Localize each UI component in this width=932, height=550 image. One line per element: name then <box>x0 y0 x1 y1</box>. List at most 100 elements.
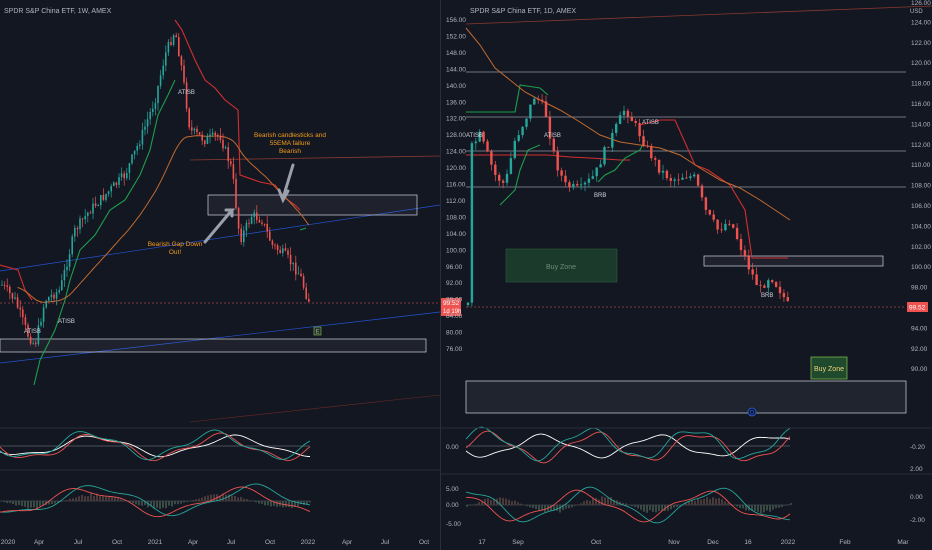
candle-body <box>634 121 637 124</box>
candle-body <box>40 321 42 326</box>
candle-body <box>587 178 591 183</box>
right-osc2-left-label: -5.00 <box>446 521 461 528</box>
left-scale-label: 88.00 <box>446 297 463 304</box>
time-label: 16 <box>744 539 752 546</box>
histogram-bar <box>120 499 122 501</box>
histogram-bar <box>775 505 777 509</box>
right-marker-label: ATISB <box>544 133 561 139</box>
histogram-bar <box>9 501 11 504</box>
histogram-bar <box>72 498 74 501</box>
histogram-bar <box>105 496 107 501</box>
right-support-box[interactable] <box>465 380 907 414</box>
candle-body <box>622 110 626 116</box>
histogram-bar <box>264 501 266 506</box>
left-marker-label: ATISB <box>178 90 195 96</box>
right-resistance-box[interactable] <box>703 255 884 267</box>
time-label: 2022 <box>781 539 796 546</box>
left-candlesticks <box>1 32 310 347</box>
left-support-box[interactable] <box>0 338 427 353</box>
histogram-bar <box>240 496 242 501</box>
right-osc2-left-label: 5.00 <box>446 486 459 493</box>
candle-body <box>626 110 630 117</box>
candle-body <box>751 269 754 275</box>
histogram-bar <box>165 501 167 509</box>
histogram-bar <box>634 505 636 508</box>
histogram-bar <box>207 495 209 501</box>
candle-body <box>159 75 162 86</box>
candle-body <box>131 154 133 164</box>
candle-body <box>591 176 594 179</box>
histogram-bar <box>51 501 53 504</box>
candle-body <box>529 104 532 119</box>
candle-body <box>14 297 16 299</box>
candle-body <box>302 276 305 288</box>
histogram-bar <box>517 502 519 505</box>
candle-body <box>755 274 758 286</box>
histogram-bar <box>535 505 537 509</box>
candle-body <box>677 179 680 181</box>
candle-body <box>170 42 172 45</box>
histogram-bar <box>24 501 26 507</box>
right-marker-label: ATISB <box>642 120 659 126</box>
histogram-bar <box>192 500 194 501</box>
right-oscillator-1: 0.00 -0.20 <box>446 426 925 464</box>
candle-body <box>32 342 34 344</box>
candle-body <box>172 35 175 45</box>
time-label: 2022 <box>301 539 316 546</box>
histogram-bar <box>703 498 705 505</box>
candle-body <box>712 214 715 220</box>
histogram-bar <box>15 501 17 506</box>
candle-body <box>774 282 778 287</box>
candle-body <box>74 227 76 237</box>
histogram-bar <box>198 498 200 501</box>
right-osc2-left-label: 0.00 <box>446 502 459 509</box>
left-chart-panel[interactable]: SPDR S&P China ETF, 1W, AMEX Bearish Gap… <box>0 8 461 546</box>
histogram-bar <box>156 501 158 508</box>
time-label: Apr <box>188 539 199 546</box>
candle-body <box>747 255 750 270</box>
right-right-price-scale: 124.00 122.00 120.00 118.00 116.00 114.00 112.… <box>911 19 931 373</box>
candle-body <box>544 101 548 117</box>
candle-body <box>595 167 598 177</box>
candle-body <box>97 205 99 207</box>
candle-body <box>630 116 633 122</box>
time-label: Dec <box>707 539 719 546</box>
time-label: 17 <box>478 539 486 546</box>
right-scale-label: 100.00 <box>911 264 931 271</box>
candle-body <box>279 250 281 253</box>
candle-body <box>16 297 19 308</box>
right-scale-label: 116.00 <box>911 101 931 108</box>
candle-body <box>579 184 583 186</box>
candle-body <box>248 222 250 224</box>
candle-body <box>193 128 196 131</box>
time-label: Jul <box>227 539 236 546</box>
histogram-bar <box>309 501 311 503</box>
histogram-bar <box>303 501 305 505</box>
candle-body <box>490 151 493 165</box>
gap-annotation: Bearish Gap Down Out! <box>148 241 203 256</box>
histogram-bar <box>757 505 759 512</box>
histogram-bar <box>195 499 197 501</box>
candle-body <box>494 164 497 175</box>
candle-body <box>466 302 470 305</box>
histogram-bar <box>132 501 134 504</box>
candle-body <box>22 309 24 318</box>
candles-annotation-line3: Bearish <box>279 148 301 155</box>
histogram-bar <box>174 501 176 505</box>
candle-body <box>505 173 509 183</box>
histogram-bar <box>787 504 789 505</box>
histogram-bar <box>742 505 744 509</box>
right-osc2-right-label: -2.00 <box>910 517 925 524</box>
candle-body <box>162 65 164 76</box>
histogram-bar <box>568 505 570 509</box>
histogram-bar <box>78 496 80 501</box>
right-chart-panel[interactable]: SPDR S&P China ETF, 1D, AMEX USD 156.001… <box>441 0 932 546</box>
histogram-bar <box>706 497 708 505</box>
candle-body <box>94 203 97 207</box>
candle-body <box>201 134 203 141</box>
candle-body <box>681 177 684 180</box>
left-scale-label: 104.00 <box>446 231 466 238</box>
histogram-bar <box>21 501 23 507</box>
candle-body <box>540 99 544 102</box>
candle-body <box>728 223 731 225</box>
